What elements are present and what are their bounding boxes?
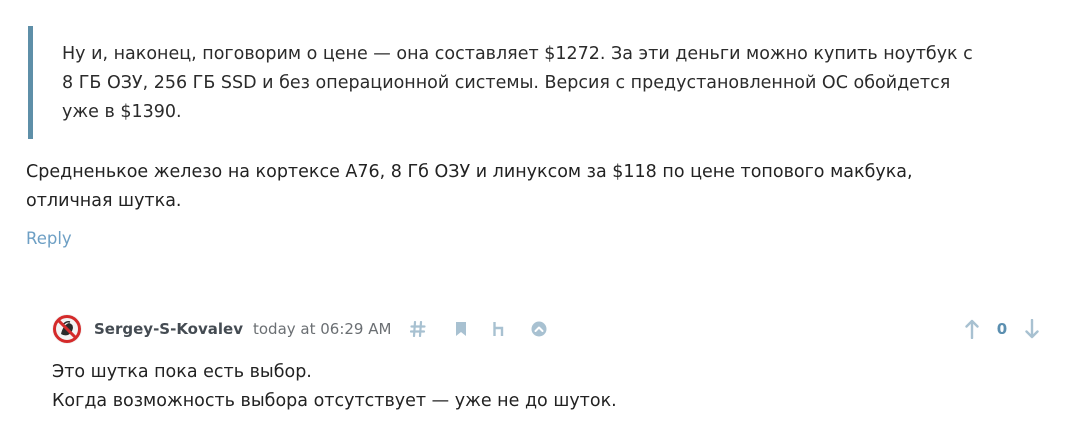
vote-count: 0 (996, 320, 1008, 338)
avatar-image (52, 314, 82, 344)
collapse-icon[interactable] (529, 319, 549, 339)
comment-body: Средненькое железо на кортексе A76, 8 Гб… (26, 162, 913, 211)
reply-line: Когда возможность выбора отсутствует — у… (52, 391, 617, 411)
reply-link[interactable]: Reply (26, 229, 72, 248)
arrow-up-icon[interactable] (962, 319, 982, 339)
vote-controls: 0 (962, 310, 1042, 348)
username[interactable]: Sergey-S-Kovalev (94, 320, 243, 338)
avatar[interactable] (52, 314, 82, 344)
bookmark-icon[interactable] (451, 319, 471, 339)
arrow-down-icon[interactable] (1022, 319, 1042, 339)
reply-body: Это шутка пока есть выбор. Когда возможн… (52, 358, 1042, 416)
reply-comment: Sergey-S-Kovalev today at 06:29 AM 0 Это… (52, 310, 1042, 416)
reply-line: Это шутка пока есть выбор. (52, 362, 312, 382)
hash-icon[interactable] (408, 319, 428, 339)
comment-meta: Sergey-S-Kovalev today at 06:29 AM 0 (52, 310, 1042, 348)
timestamp[interactable]: today at 06:29 AM (253, 320, 391, 338)
quote-text: Ну и, наконец, поговорим о цене — она со… (62, 44, 973, 122)
blockquote: Ну и, наконец, поговорим о цене — она со… (28, 26, 988, 139)
parent-comment-icon[interactable] (489, 319, 509, 339)
